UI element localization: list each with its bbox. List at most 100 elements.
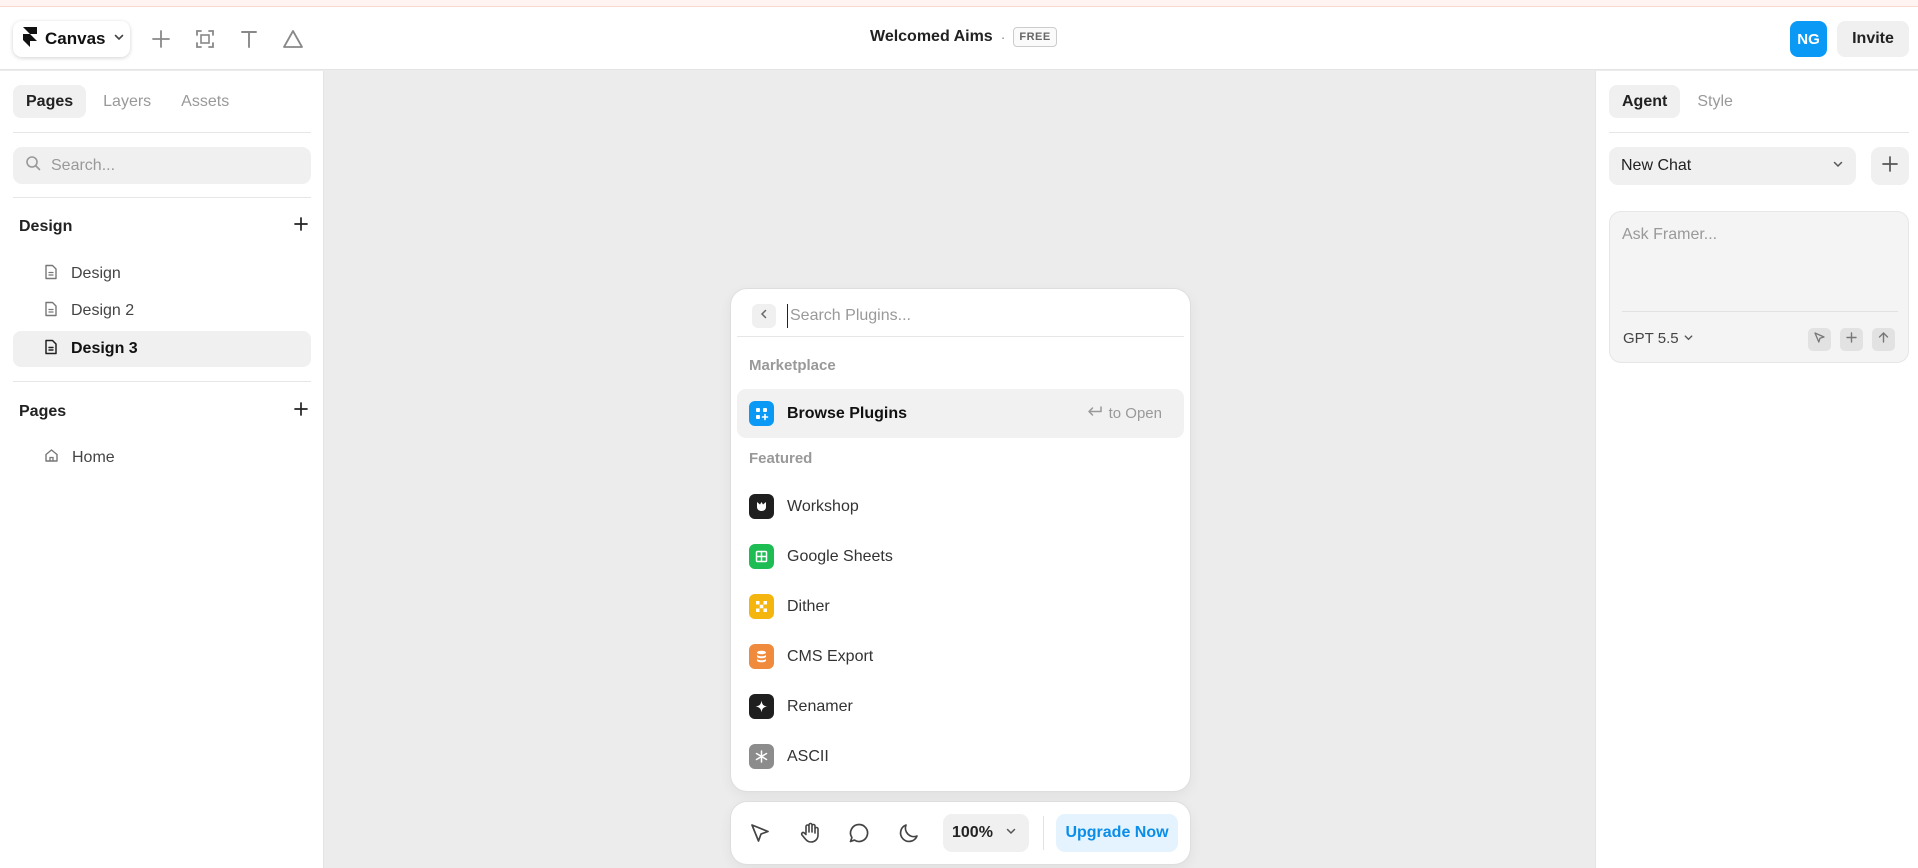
add-page-icon[interactable] [293, 216, 309, 237]
top-bar: Canvas Welcomed Aims · FREE NG Invite [0, 7, 1918, 70]
moon-icon[interactable] [894, 818, 924, 848]
sheets-icon [749, 544, 774, 569]
divider [1043, 816, 1044, 850]
plugin-search-bar [737, 295, 1184, 337]
search-input[interactable] [51, 156, 291, 175]
database-icon [749, 644, 774, 669]
zoom-select[interactable]: 100% [943, 814, 1029, 852]
invite-button[interactable]: Invite [1837, 21, 1909, 57]
canvas-menu-button[interactable]: Canvas [13, 21, 130, 57]
plugin-popup: Marketplace Browse Plugins to Open Featu… [731, 289, 1190, 791]
model-select[interactable]: GPT 5.5 [1623, 330, 1694, 347]
triangle-icon[interactable] [278, 24, 308, 54]
arrow-up-icon [1877, 331, 1890, 349]
hand-icon[interactable] [795, 818, 825, 848]
page-icon [44, 339, 58, 360]
home-icon [44, 448, 59, 468]
page-item-design[interactable]: Design [13, 256, 311, 292]
pages-search [13, 147, 311, 184]
divider [13, 197, 311, 198]
tab-assets[interactable]: Assets [168, 85, 242, 118]
page-item-design-3[interactable]: Design 3 [13, 331, 311, 367]
ask-input[interactable] [1622, 226, 1892, 286]
title-separator: · [1000, 29, 1006, 45]
page-item-label: Home [72, 449, 115, 466]
left-panel: Pages Layers Assets Design Design Design… [0, 71, 324, 868]
plugin-label: Dither [787, 597, 830, 615]
group-label-featured: Featured [749, 450, 813, 467]
pointer-icon[interactable] [745, 818, 775, 848]
plan-badge: FREE [1013, 27, 1057, 47]
upgrade-button[interactable]: Upgrade Now [1056, 814, 1178, 852]
divider [1622, 311, 1898, 312]
group-label-marketplace: Marketplace [749, 357, 836, 374]
plugin-ascii[interactable]: ASCII [737, 732, 1184, 781]
plugin-label: ASCII [787, 747, 829, 765]
canvas-menu-label: Canvas [45, 29, 106, 48]
section-pages-header: Pages [19, 401, 309, 422]
back-button[interactable] [752, 304, 776, 328]
new-chat-button[interactable] [1871, 147, 1909, 185]
page-item-design-2[interactable]: Design 2 [13, 293, 311, 329]
tab-style[interactable]: Style [1684, 85, 1746, 118]
project-title-group: Welcomed Aims · FREE [870, 27, 1057, 47]
plugin-label: Google Sheets [787, 547, 893, 565]
plugin-dither[interactable]: Dither [737, 582, 1184, 631]
attach-button[interactable] [1840, 328, 1863, 351]
chevron-down-icon [1683, 330, 1694, 347]
open-hint-text: to Open [1108, 405, 1162, 422]
page-icon [44, 264, 58, 285]
sparkle-icon [749, 694, 774, 719]
tab-agent[interactable]: Agent [1609, 85, 1681, 118]
pointer-icon [1813, 331, 1826, 349]
plugin-label: Renamer [787, 697, 853, 715]
chevron-down-icon [1832, 157, 1844, 175]
asterisk-icon [749, 744, 774, 769]
avatar[interactable]: NG [1790, 21, 1827, 57]
plugin-renamer[interactable]: Renamer [737, 682, 1184, 731]
plugin-google-sheets[interactable]: Google Sheets [737, 532, 1184, 581]
right-tabs: Agent Style [1609, 85, 1746, 118]
divider [13, 381, 311, 382]
chat-select[interactable]: New Chat [1609, 147, 1856, 185]
section-title: Design [19, 217, 73, 235]
model-label: GPT 5.5 [1623, 330, 1679, 347]
return-key-icon [1086, 405, 1103, 422]
chevron-down-icon [113, 30, 125, 48]
page-item-label: Design 2 [71, 302, 135, 319]
section-title: Pages [19, 402, 67, 420]
ask-box: GPT 5.5 [1609, 211, 1909, 363]
select-element-button[interactable] [1808, 328, 1831, 351]
tab-layers[interactable]: Layers [90, 85, 164, 118]
left-tabs: Pages Layers Assets [13, 85, 242, 118]
dither-icon [749, 594, 774, 619]
plugin-workshop[interactable]: Workshop [737, 482, 1184, 531]
frame-icon[interactable] [190, 24, 220, 54]
plugin-label: Workshop [787, 497, 859, 515]
browse-plugins-icon [749, 401, 774, 426]
plugin-search-input[interactable] [787, 304, 1167, 328]
page-item-home[interactable]: Home [13, 440, 311, 476]
chevron-down-icon [1005, 824, 1017, 842]
tab-pages[interactable]: Pages [13, 85, 87, 118]
workshop-icon [749, 494, 774, 519]
chat-select-value: New Chat [1621, 157, 1692, 174]
page-item-label: Design [71, 265, 121, 282]
plugin-label: Browse Plugins [787, 404, 908, 422]
plugin-browse-plugins[interactable]: Browse Plugins to Open [737, 389, 1184, 438]
framer-logo-icon [23, 26, 37, 52]
send-button[interactable] [1872, 328, 1895, 351]
comment-icon[interactable] [844, 818, 874, 848]
text-icon[interactable] [234, 24, 264, 54]
add-page-icon[interactable] [293, 401, 309, 422]
plugin-label: CMS Export [787, 647, 874, 665]
page-icon [44, 301, 58, 322]
divider [1609, 132, 1909, 133]
right-panel: Agent Style New Chat GPT 5.5 [1595, 71, 1918, 868]
section-design-header: Design [19, 216, 309, 237]
plus-icon [1845, 331, 1858, 349]
search-icon [25, 155, 41, 176]
plus-icon[interactable] [146, 24, 176, 54]
plugin-cms-export[interactable]: CMS Export [737, 632, 1184, 681]
project-title[interactable]: Welcomed Aims [870, 28, 993, 46]
